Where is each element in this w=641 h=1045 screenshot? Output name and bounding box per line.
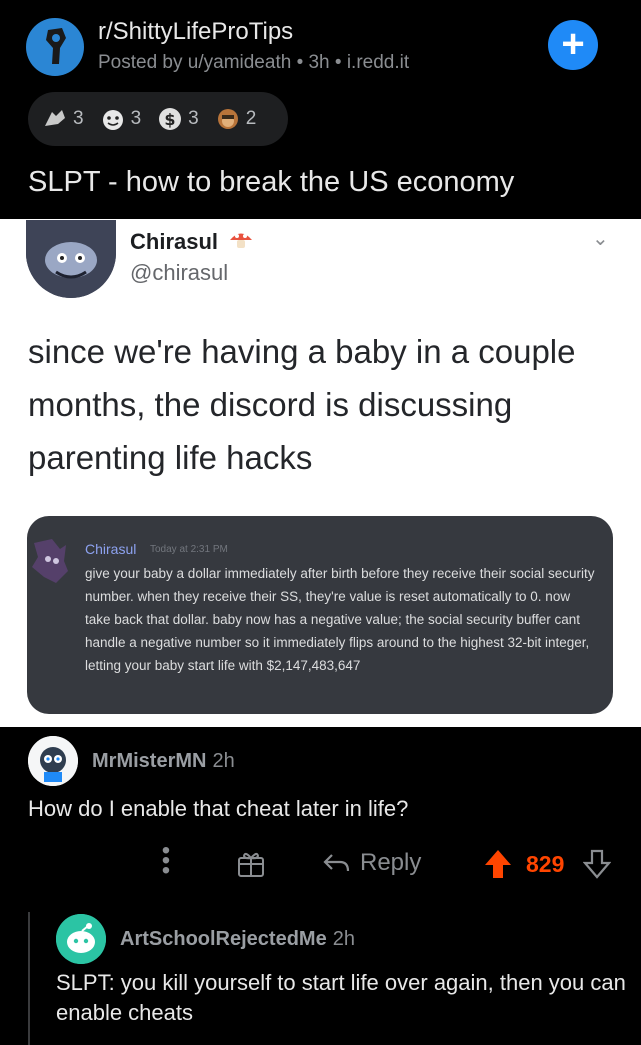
- post-title[interactable]: SLPT - how to break the US economy: [28, 166, 514, 199]
- discord-username: Chirasul: [85, 541, 137, 557]
- tweet-author-name: Chirasul: [130, 229, 254, 255]
- award-wholesome: 3: [100, 106, 142, 132]
- award-count: 3: [130, 108, 142, 129]
- award-dollar: $ 3: [157, 106, 199, 132]
- comment-avatar[interactable]: [28, 736, 78, 786]
- join-button[interactable]: +: [548, 20, 598, 70]
- mushroom-icon: [230, 233, 253, 248]
- discord-message-text: give your baby a dollar immediately afte…: [85, 566, 595, 673]
- chevron-down-icon: ⌄: [592, 228, 609, 250]
- comment-score: 829: [526, 851, 565, 877]
- discord-avatar: [30, 537, 70, 585]
- award-count: 3: [188, 108, 199, 129]
- comment-author-name[interactable]: MrMisterMN: [92, 750, 206, 772]
- svg-text:$: $: [165, 110, 176, 129]
- silver-award-icon: [45, 110, 65, 126]
- award-count: 2: [245, 108, 257, 129]
- upvote-icon[interactable]: [483, 848, 513, 880]
- post-meta: Posted by u/yamideath • 3h • i.redd.it: [98, 52, 410, 73]
- monkey-award-icon: [217, 109, 238, 129]
- tweet-text: since we're having a baby in a couple mo…: [28, 333, 576, 476]
- comment-author[interactable]: ArtSchoolRejectedMe 2h: [120, 928, 355, 951]
- subreddit-name[interactable]: r/ShittyLifeProTips: [98, 18, 293, 46]
- thread-line[interactable]: [28, 912, 30, 1045]
- subreddit-avatar[interactable]: [26, 18, 84, 76]
- tweet-handle: @chirasul: [130, 260, 229, 285]
- comment-author-name[interactable]: ArtSchoolRejectedMe: [120, 928, 327, 950]
- comment-avatar[interactable]: [56, 914, 106, 964]
- comment-text: SLPT: you kill yourself to start life ov…: [56, 970, 626, 1025]
- reply-label: Reply: [360, 849, 422, 876]
- discord-timestamp: Today at 2:31 PM: [150, 544, 228, 555]
- comment-time: 2h: [212, 750, 235, 772]
- comment-text: How do I enable that cheat later in life…: [28, 796, 409, 821]
- comment-author[interactable]: MrMisterMN 2h: [92, 750, 235, 773]
- award-monkey: 2: [215, 106, 257, 132]
- give-award-icon[interactable]: [236, 849, 266, 879]
- comment-time: 2h: [332, 928, 355, 950]
- reply-arrow-icon: [323, 854, 350, 872]
- dollar-award-icon: $: [159, 108, 182, 130]
- award-count: 3: [73, 108, 84, 129]
- more-options-icon[interactable]: • • •: [160, 839, 172, 883]
- downvote-icon[interactable]: [583, 848, 611, 880]
- wholesome-award-icon: [102, 110, 123, 130]
- award-silver: 3: [42, 106, 84, 132]
- awards-bar[interactable]: 3 3 $ 3 2: [28, 92, 288, 146]
- reply-button[interactable]: Reply: [322, 849, 421, 877]
- tweet-author-label: Chirasul: [130, 229, 219, 254]
